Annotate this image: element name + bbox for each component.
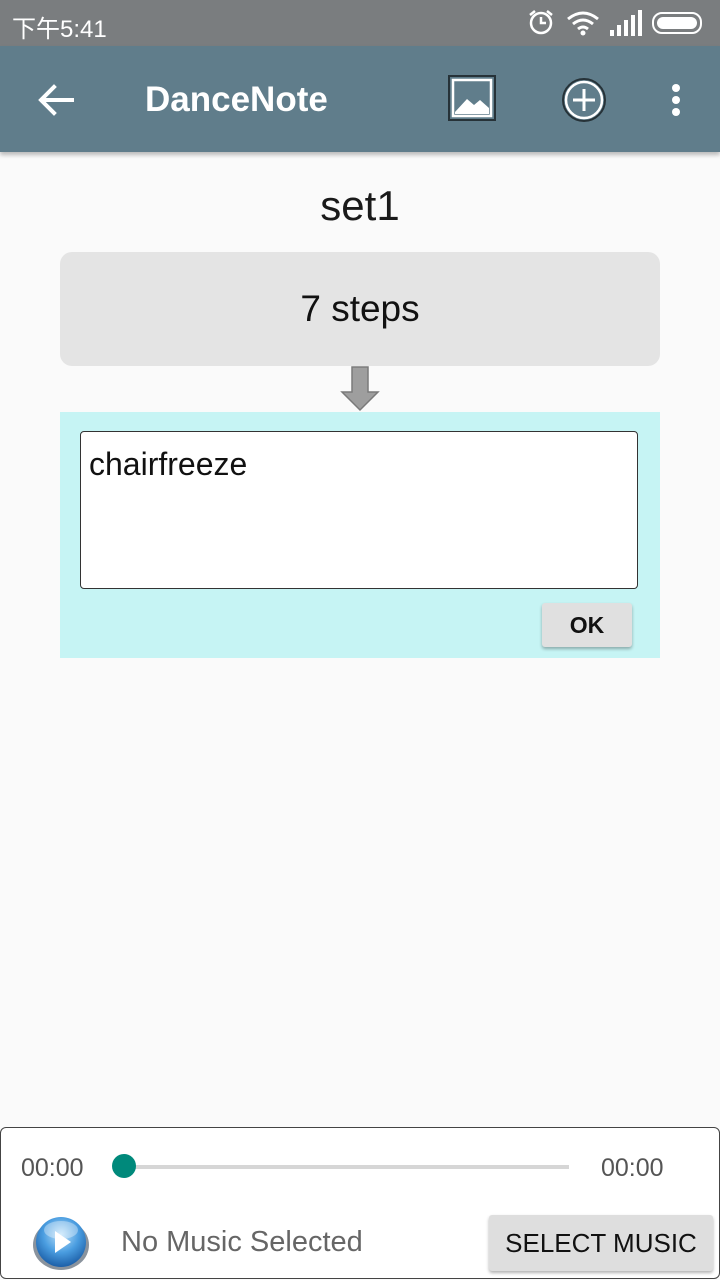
seek-bar[interactable] bbox=[123, 1165, 569, 1169]
status-time: 下午5:41 bbox=[12, 16, 107, 43]
status-bar: 下午5:41 bbox=[0, 0, 720, 46]
step-name-input[interactable]: chairfreeze bbox=[80, 431, 638, 589]
more-vert-icon[interactable] bbox=[664, 76, 688, 124]
music-player: 00:00 00:00 No Music Selected SELECT MUS… bbox=[0, 1127, 720, 1279]
signal-icon bbox=[610, 10, 642, 36]
steps-label: 7 steps bbox=[300, 288, 420, 329]
wifi-icon bbox=[567, 11, 599, 36]
set-title: set1 bbox=[320, 182, 400, 229]
alarm-icon bbox=[529, 10, 553, 35]
step-edit-panel: chairfreeze OK bbox=[60, 412, 660, 658]
select-music-button[interactable]: SELECT MUSIC bbox=[489, 1215, 713, 1271]
app-toolbar: DanceNote bbox=[0, 46, 720, 152]
image-icon[interactable] bbox=[447, 74, 497, 122]
music-status-label: No Music Selected bbox=[121, 1226, 363, 1258]
battery-icon bbox=[652, 12, 702, 34]
steps-card[interactable]: 7 steps bbox=[60, 252, 660, 366]
total-time: 00:00 bbox=[601, 1154, 664, 1182]
arrow-back-icon[interactable] bbox=[36, 80, 76, 120]
ok-button[interactable]: OK bbox=[542, 603, 632, 647]
arrow-down-icon bbox=[340, 366, 380, 412]
play-icon[interactable] bbox=[31, 1214, 91, 1272]
status-icons bbox=[526, 8, 706, 38]
add-circle-icon[interactable] bbox=[560, 76, 608, 124]
app-title: DanceNote bbox=[145, 80, 328, 119]
seek-thumb[interactable] bbox=[112, 1154, 136, 1178]
current-time: 00:00 bbox=[21, 1154, 84, 1182]
